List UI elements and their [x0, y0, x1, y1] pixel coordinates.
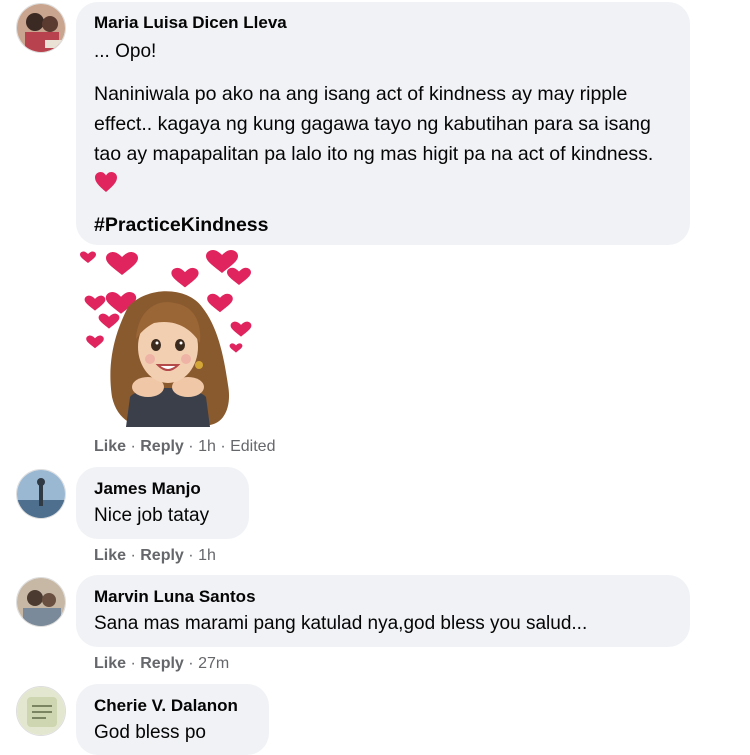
red-heart-icon	[95, 172, 117, 192]
comment-actions-maria: Like · Reply · 1h · Edited	[94, 437, 275, 457]
reply-button[interactable]: Reply	[140, 655, 184, 672]
comment-text: God bless po	[94, 722, 206, 743]
timestamp[interactable]: 27m	[198, 655, 229, 672]
like-button[interactable]: Like	[94, 438, 126, 455]
comment-actions-james: Like · Reply · 1h	[94, 546, 216, 566]
comment-author[interactable]: Cherie V. Dalanon	[94, 696, 251, 716]
comment-author[interactable]: Maria Luisa Dicen Lleva	[94, 13, 672, 33]
reply-button[interactable]: Reply	[140, 547, 184, 564]
comment-bubble-cherie: Cherie V. Dalanon God bless po	[76, 684, 269, 755]
like-button[interactable]: Like	[94, 655, 126, 672]
separator: ·	[220, 438, 226, 455]
timestamp[interactable]: 1h	[198, 438, 216, 455]
avatar-maria[interactable]	[16, 3, 66, 53]
comment-bubble-maria: Maria Luisa Dicen Lleva ... Opo! Naniniw…	[76, 2, 690, 245]
comment-author[interactable]: James Manjo	[94, 479, 231, 499]
separator: ·	[130, 438, 136, 455]
timestamp[interactable]: 1h	[198, 547, 216, 564]
comment-text-line: ... Opo!	[94, 41, 157, 62]
comment-bubble-james: James Manjo Nice job tatay	[76, 467, 249, 539]
comment-paragraph: Naniniwala po ako na ang isang act of ki…	[94, 79, 664, 199]
reply-button[interactable]: Reply	[140, 438, 184, 455]
separator: ·	[130, 547, 136, 564]
comment-bubble-marvin: Marvin Luna Santos Sana mas marami pang …	[76, 575, 690, 647]
like-button[interactable]: Like	[94, 547, 126, 564]
separator: ·	[188, 655, 194, 672]
avatar-james[interactable]	[16, 469, 66, 519]
hearts-avatar-sticker	[80, 250, 252, 427]
comment-actions-marvin: Like · Reply · 27m	[94, 654, 229, 674]
comment-text: Nice job tatay	[94, 505, 210, 526]
separator: ·	[188, 438, 194, 455]
avatar-cherie[interactable]	[16, 686, 66, 736]
edited-label[interactable]: Edited	[230, 438, 275, 455]
avatar-marvin[interactable]	[16, 577, 66, 627]
comment-author[interactable]: Marvin Luna Santos	[94, 587, 672, 607]
comment-text: Sana mas marami pang katulad nya,god ble…	[94, 613, 588, 634]
separator: ·	[130, 655, 136, 672]
hashtag-link[interactable]: #PracticeKindness	[94, 210, 672, 240]
separator: ·	[188, 547, 194, 564]
